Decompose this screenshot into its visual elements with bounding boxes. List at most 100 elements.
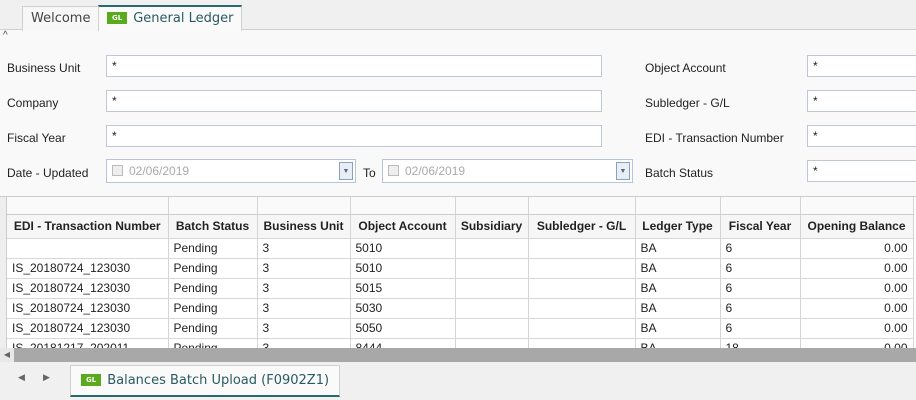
table-cell: 6: [720, 278, 801, 299]
column-header[interactable]: Business Unit: [257, 214, 351, 239]
table-cell: BA: [635, 318, 721, 339]
subledger-input[interactable]: *: [807, 90, 916, 112]
nav-right-icon[interactable]: ▶: [43, 372, 50, 383]
filter-cell[interactable]: [528, 197, 636, 215]
column-header[interactable]: EDI - Transaction Number: [7, 214, 169, 239]
column-header[interactable]: Object Account: [350, 214, 456, 239]
table-cell: 5030: [350, 298, 456, 319]
filter-cell[interactable]: [168, 197, 258, 215]
date-to-picker[interactable]: 02/06/2019 ▼: [382, 159, 633, 183]
tab-balances-batch-upload[interactable]: GL Balances Batch Upload (F0902Z1): [70, 365, 341, 397]
scroll-left-icon[interactable]: ◀: [0, 348, 14, 362]
table-cell: 3: [257, 338, 351, 348]
table-cell: 5015: [350, 278, 456, 299]
table-cell: Pending: [168, 278, 258, 299]
table-cell: 6: [720, 258, 801, 279]
table-cell: 8444: [350, 338, 456, 348]
table-cell: 0.00: [800, 338, 914, 348]
horizontal-scrollbar[interactable]: ◀: [0, 348, 916, 362]
table-row[interactable]: IS_20180724_123030 Pending 3 5015 BA 6 0.00: [7, 278, 914, 299]
table-row[interactable]: IS_20180724_123030 Pending 3 5050 BA 6 0.00: [7, 318, 914, 339]
tab-label: Welcome: [31, 11, 91, 26]
company-label: Company: [7, 96, 59, 110]
table-row[interactable]: IS_20181217_202011 Pending 3 8444 BA 18 0.00: [7, 338, 914, 348]
business-unit-label: Business Unit: [7, 61, 81, 75]
table-cell: IS_20180724_123030: [7, 278, 169, 299]
fiscal-year-label: Fiscal Year: [7, 131, 66, 145]
dropdown-arrow-icon[interactable]: ▼: [616, 162, 630, 180]
table-cell: 3: [257, 258, 351, 279]
filter-cell[interactable]: [257, 197, 351, 215]
company-input[interactable]: *: [106, 90, 602, 112]
filter-cell[interactable]: [800, 197, 914, 215]
column-header[interactable]: Opening Balance: [800, 214, 914, 239]
table-cell: IS_20180724_123030: [7, 298, 169, 319]
batch-status-label: Batch Status: [645, 166, 714, 180]
table-cell: [7, 238, 169, 259]
date-from-picker[interactable]: 02/06/2019 ▼: [106, 159, 356, 183]
business-unit-input[interactable]: *: [106, 55, 602, 77]
table-cell: IS_20181217_202011: [7, 338, 169, 348]
filter-cell[interactable]: [350, 197, 456, 215]
table-cell: BA: [635, 238, 721, 259]
filter-cell[interactable]: [7, 197, 169, 215]
column-header[interactable]: Batch Status: [168, 214, 258, 239]
table-cell: 6: [720, 238, 801, 259]
table-cell: [455, 238, 529, 259]
header-row: EDI - Transaction Number Batch Status Busi…: [7, 214, 914, 239]
batch-status-input[interactable]: *: [807, 160, 916, 182]
table-cell: BA: [635, 258, 721, 279]
gl-badge-icon: GL: [107, 12, 128, 24]
tab-bar: Welcome GL General Ledger: [0, 0, 916, 31]
table-cell: 3: [257, 318, 351, 339]
table-cell: Pending: [168, 298, 258, 319]
column-header[interactable]: Subsidiary: [455, 214, 529, 239]
table-cell: 5010: [350, 238, 456, 259]
table-row[interactable]: Pending 3 5010 BA 6 0.00: [7, 238, 914, 259]
filter-cell[interactable]: [720, 197, 801, 215]
date-from-checkbox[interactable]: [112, 165, 123, 176]
table-cell: 6: [720, 318, 801, 339]
tab-general-ledger[interactable]: GL General Ledger: [98, 5, 243, 31]
column-header[interactable]: Fiscal Year: [720, 214, 801, 239]
table-cell: [528, 258, 636, 279]
table-row[interactable]: IS_20180724_123030 Pending 3 5030 BA 6 0.00: [7, 298, 914, 319]
date-updated-label: Date - Updated: [7, 166, 89, 180]
date-from-value: 02/06/2019: [129, 164, 190, 178]
table-cell: 3: [257, 278, 351, 299]
filter-cell[interactable]: [455, 197, 529, 215]
table-cell: BA: [635, 338, 721, 348]
bottom-tab-bar: ◀ ▶ GL Balances Batch Upload (F0902Z1): [0, 362, 916, 400]
column-header[interactable]: Ledger Type: [635, 214, 721, 239]
data-grid: EDI - Transaction Number Batch Status Busi…: [0, 196, 916, 348]
dropdown-arrow-icon[interactable]: ▼: [339, 162, 353, 180]
table-cell: [455, 338, 529, 348]
table-cell: 0.00: [800, 298, 914, 319]
collapse-chevron-up-icon[interactable]: ^: [3, 30, 8, 41]
row-header: [0, 197, 7, 348]
table-cell: 0.00: [800, 318, 914, 339]
table-row[interactable]: IS_20180724_123030 Pending 3 5010 BA 6 0.00: [7, 258, 914, 279]
table-cell: 5010: [350, 258, 456, 279]
table-cell: [455, 278, 529, 299]
table-cell: Pending: [168, 238, 258, 259]
nav-left-icon[interactable]: ◀: [18, 372, 25, 383]
table-cell: [528, 338, 636, 348]
object-account-input[interactable]: *: [807, 55, 916, 77]
table-cell: [528, 318, 636, 339]
filter-row: [7, 197, 914, 215]
table-cell: IS_20180724_123030: [7, 318, 169, 339]
gl-badge-icon: GL: [81, 374, 102, 386]
table-cell: 18: [720, 338, 801, 348]
fiscal-year-input[interactable]: *: [106, 125, 602, 147]
subledger-label: Subledger - G/L: [645, 96, 730, 110]
edi-number-input[interactable]: *: [807, 125, 916, 147]
column-header[interactable]: Subledger - G/L: [528, 214, 636, 239]
date-to-checkbox[interactable]: [388, 165, 399, 176]
object-account-label: Object Account: [645, 61, 726, 75]
filter-cell[interactable]: [635, 197, 721, 215]
table-cell: BA: [635, 298, 721, 319]
table-cell: IS_20180724_123030: [7, 258, 169, 279]
table-cell: 0.00: [800, 278, 914, 299]
tab-welcome[interactable]: Welcome: [22, 6, 100, 31]
